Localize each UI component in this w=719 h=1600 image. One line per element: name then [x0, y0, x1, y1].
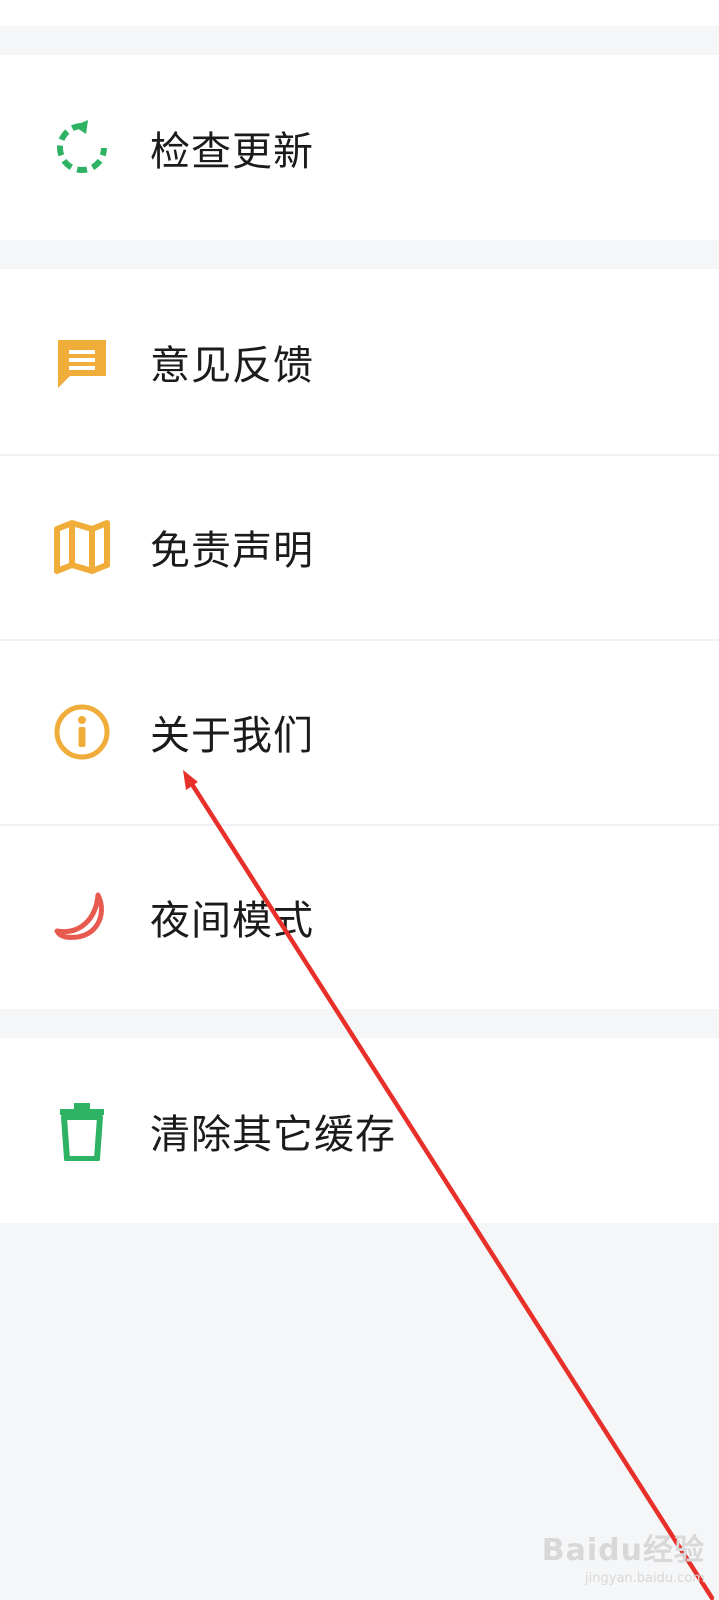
top-strip — [0, 0, 719, 26]
watermark: Baidu经验 jingyan.baidu.com — [542, 1525, 705, 1586]
message-icon — [50, 330, 114, 394]
menu-group-info: 意见反馈 免责声明 关于我们 夜间模式 — [0, 269, 719, 1009]
menu-item-about-us[interactable]: 关于我们 — [0, 639, 719, 824]
menu-item-disclaimer[interactable]: 免责声明 — [0, 454, 719, 639]
map-icon — [50, 515, 114, 579]
refresh-icon — [50, 116, 114, 180]
watermark-url: jingyan.baidu.com — [585, 1571, 705, 1586]
settings-screen: 检查更新 意见反馈 免责声明 关于我们 夜间模式 清除其它缓存 Baidu经验 … — [0, 0, 719, 1600]
menu-item-label: 意见反馈 — [150, 342, 314, 389]
menu-item-label: 夜间模式 — [150, 897, 314, 944]
watermark-logo: Baidu经验 — [541, 1533, 705, 1568]
menu-item-feedback[interactable]: 意见反馈 — [0, 269, 719, 454]
menu-item-label: 关于我们 — [150, 712, 314, 759]
menu-item-check-update[interactable]: 检查更新 — [0, 55, 719, 240]
menu-item-label: 清除其它缓存 — [150, 1111, 396, 1158]
menu-item-night-mode[interactable]: 夜间模式 — [0, 824, 719, 1009]
trash-icon — [50, 1099, 114, 1163]
menu-group-cache: 清除其它缓存 — [0, 1038, 719, 1223]
menu-item-label: 检查更新 — [150, 128, 314, 175]
menu-item-clear-cache[interactable]: 清除其它缓存 — [0, 1038, 719, 1223]
moon-icon — [50, 885, 114, 949]
menu-item-label: 免责声明 — [150, 527, 314, 574]
menu-group-update: 检查更新 — [0, 55, 719, 240]
info-icon — [50, 700, 114, 764]
